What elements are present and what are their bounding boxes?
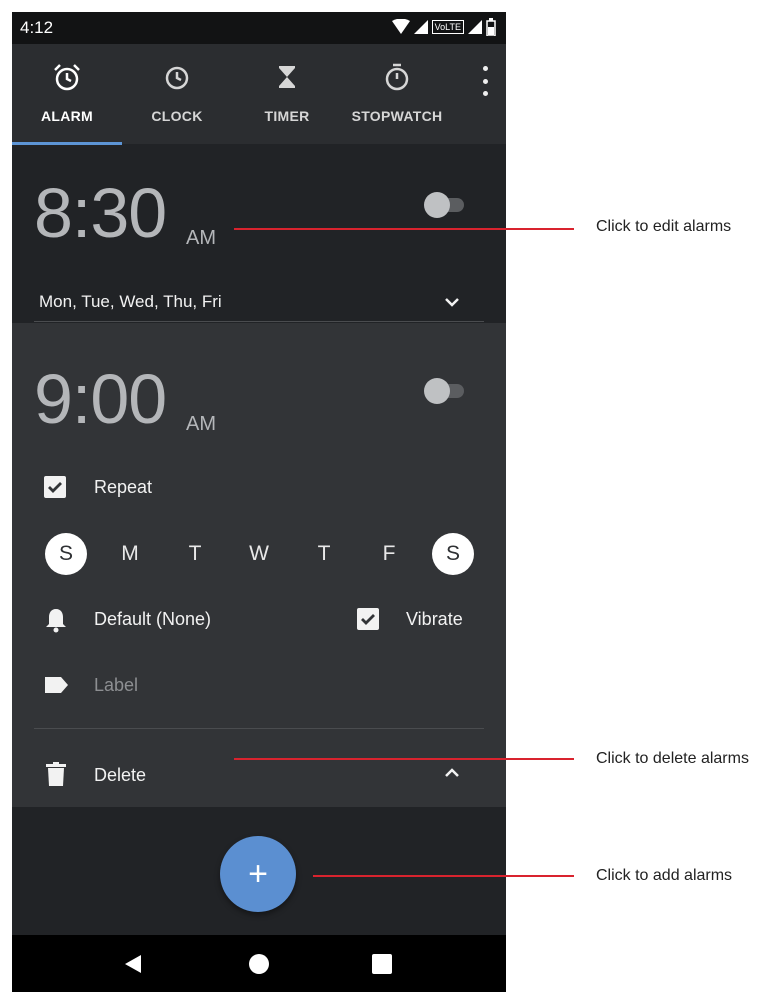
annotation-line-edit xyxy=(234,228,574,230)
day-friday[interactable]: F xyxy=(368,533,410,575)
recents-icon[interactable] xyxy=(372,954,392,974)
alarm-time[interactable]: 8:30 xyxy=(34,173,167,253)
status-time: 4:12 xyxy=(20,18,54,37)
annotation-line-delete xyxy=(234,758,574,760)
day-tuesday[interactable]: T xyxy=(174,533,216,575)
bell-icon xyxy=(46,609,66,633)
phone-screen: 4:12 VoLTE ALARM CLOCK TIMER STOPWATCH 8… xyxy=(12,12,506,992)
day-thursday[interactable]: T xyxy=(303,533,345,575)
alarm-card-expanded: 9:00 AM Repeat S M T W T F S Default (No… xyxy=(12,323,506,807)
label-field[interactable]: Label xyxy=(94,675,138,696)
clock-icon xyxy=(122,62,232,92)
alarm-days: Mon, Tue, Wed, Thu, Fri xyxy=(39,292,222,311)
hourglass-icon xyxy=(232,62,342,92)
tab-alarm[interactable]: ALARM xyxy=(12,44,122,144)
alarm-toggle[interactable] xyxy=(424,192,468,218)
tab-timer[interactable]: TIMER xyxy=(232,44,342,144)
repeat-checkbox[interactable] xyxy=(44,476,66,498)
status-bar: 4:12 VoLTE xyxy=(12,12,506,44)
checkmark-icon xyxy=(361,614,375,625)
annotation-add: Click to add alarms xyxy=(596,867,733,884)
day-wednesday[interactable]: W xyxy=(238,533,280,575)
alarm-ampm: AM xyxy=(186,413,216,435)
overflow-menu-icon[interactable] xyxy=(478,66,492,96)
repeat-label: Repeat xyxy=(94,477,153,497)
annotation-delete: Click to delete alarms xyxy=(596,750,749,767)
stopwatch-icon xyxy=(342,62,452,92)
vibrate-label: Vibrate xyxy=(406,609,463,629)
tab-stopwatch[interactable]: STOPWATCH xyxy=(342,44,452,144)
signal-icon xyxy=(413,20,428,34)
back-icon[interactable] xyxy=(123,954,143,974)
alarm-card-collapsed[interactable]: 8:30 AM Mon, Tue, Wed, Thu, Fri xyxy=(12,145,506,323)
alarm-time[interactable]: 9:00 xyxy=(34,359,167,439)
day-saturday[interactable]: S xyxy=(432,533,474,575)
chevron-down-icon[interactable] xyxy=(443,295,461,309)
alarm-ampm: AM xyxy=(186,227,216,249)
delete-button[interactable]: Delete xyxy=(94,765,146,786)
divider xyxy=(34,321,484,322)
ringtone-selector[interactable]: Default (None) xyxy=(94,609,211,630)
add-alarm-button[interactable]: + xyxy=(220,836,296,912)
navigation-bar xyxy=(12,935,506,992)
alarm-clock-icon xyxy=(12,62,122,92)
signal-icon-2 xyxy=(468,20,482,34)
home-icon[interactable] xyxy=(248,953,270,975)
checkmark-icon xyxy=(48,482,62,493)
chevron-up-icon[interactable] xyxy=(443,766,461,780)
alarm-toggle[interactable] xyxy=(424,378,468,404)
divider xyxy=(34,728,484,729)
tab-bar: ALARM CLOCK TIMER STOPWATCH xyxy=(12,44,506,145)
volte-badge: VoLTE xyxy=(431,20,464,34)
wifi-icon xyxy=(391,19,410,34)
status-icons: VoLTE xyxy=(391,18,496,36)
trash-icon[interactable] xyxy=(46,762,66,786)
annotation-line-add xyxy=(313,875,574,877)
label-tag-icon xyxy=(45,677,68,693)
battery-icon xyxy=(486,18,496,36)
day-sunday[interactable]: S xyxy=(45,533,87,575)
vibrate-checkbox[interactable] xyxy=(357,608,379,630)
day-monday[interactable]: M xyxy=(109,533,151,575)
tab-clock[interactable]: CLOCK xyxy=(122,44,232,144)
annotation-edit: Click to edit alarms xyxy=(596,218,732,235)
